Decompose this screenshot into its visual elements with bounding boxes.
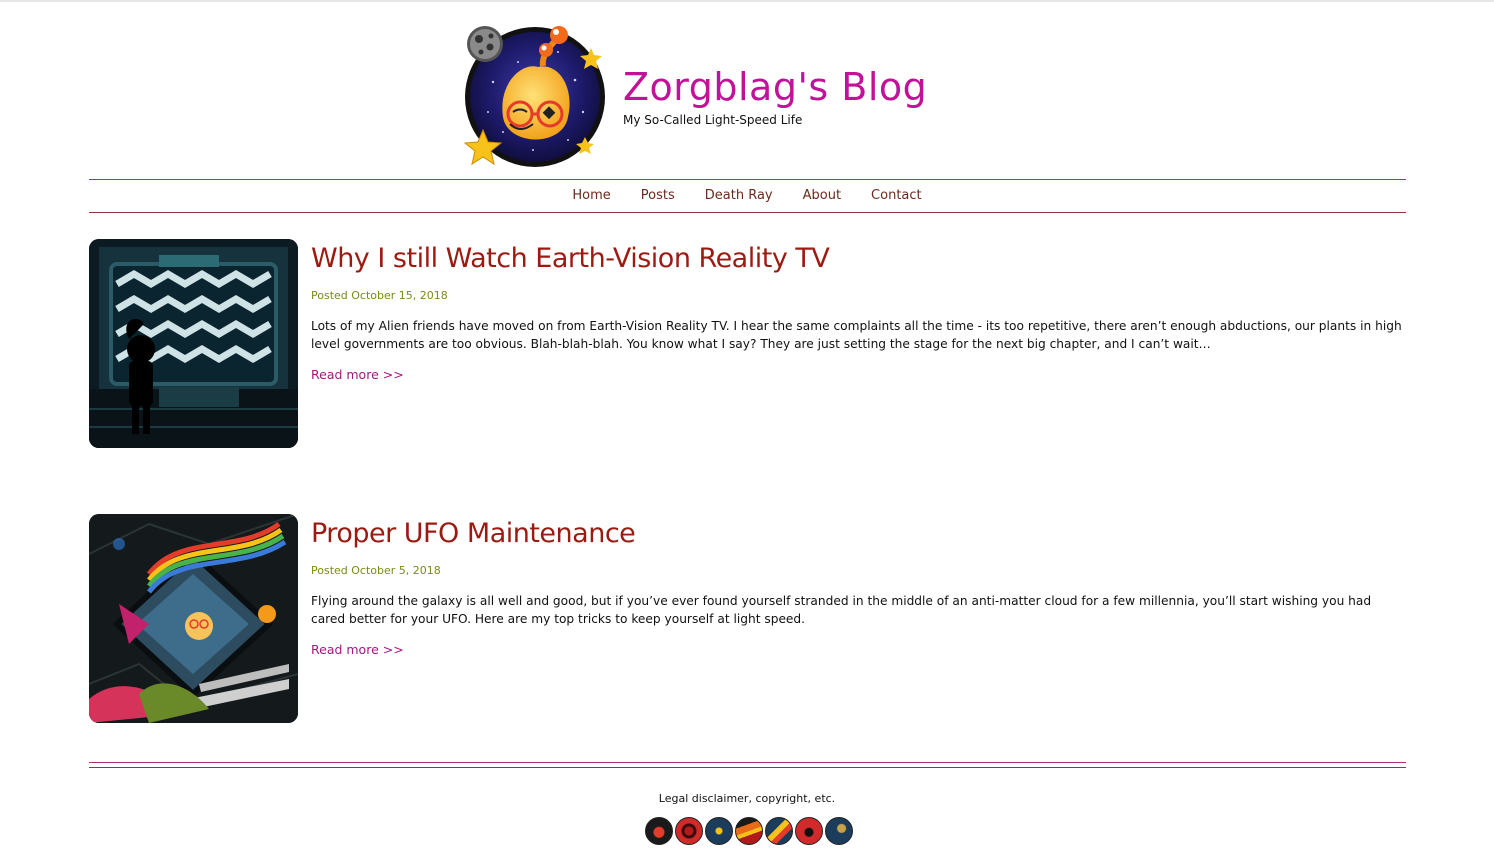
post-card: Proper UFO Maintenance Posted October 5,… (89, 514, 1406, 724)
nav-item-about[interactable]: About (788, 185, 856, 207)
post-title[interactable]: Proper UFO Maintenance (311, 516, 636, 552)
read-more-link[interactable]: Read more >> (311, 642, 404, 657)
post-date: Posted October 5, 2018 (311, 564, 441, 577)
post-excerpt: Lots of my Alien friends have moved on f… (311, 319, 1402, 351)
nav-divider-bottom (89, 212, 1406, 213)
ufo-maintenance-illustration-icon (89, 514, 298, 723)
nav-divider-top (89, 179, 1406, 180)
flame-icon[interactable] (735, 817, 763, 845)
top-border (0, 0, 1494, 2)
post-thumbnail[interactable] (89, 239, 298, 448)
post-thumbnail[interactable] (89, 514, 298, 723)
post-date: Posted October 15, 2018 (311, 289, 448, 302)
footer-divider-bottom (89, 767, 1406, 768)
post-title[interactable]: Why I still Watch Earth-Vision Reality T… (311, 241, 830, 277)
red-swirl-icon[interactable] (675, 817, 703, 845)
social-icons (645, 817, 853, 845)
alien-logo-icon (463, 26, 605, 167)
read-more-link[interactable]: Read more >> (311, 367, 404, 382)
meteor-icon[interactable] (825, 817, 853, 845)
site-logo[interactable] (463, 22, 611, 172)
main-nav: Home Posts Death Ray About Contact (0, 185, 1494, 207)
site-tagline: My So-Called Light-Speed Life (623, 113, 803, 127)
post-card: Why I still Watch Earth-Vision Reality T… (89, 239, 1406, 449)
site-title[interactable]: Zorgblag's Blog (623, 62, 927, 112)
red-eye-icon[interactable] (795, 817, 823, 845)
comet-icon[interactable] (765, 817, 793, 845)
nav-item-posts[interactable]: Posts (626, 185, 690, 207)
post-excerpt: Flying around the galaxy is all well and… (311, 594, 1372, 626)
nav-item-death-ray[interactable]: Death Ray (690, 185, 788, 207)
nav-item-home[interactable]: Home (557, 185, 625, 207)
footer-divider-top (89, 762, 1406, 763)
legal-disclaimer[interactable]: Legal disclaimer, copyright, etc. (0, 792, 1494, 805)
page: Zorgblag's Blog My So-Called Light-Speed… (0, 0, 1494, 865)
ufo-icon[interactable] (645, 817, 673, 845)
nav-item-contact[interactable]: Contact (856, 185, 937, 207)
tv-watching-illustration-icon (89, 239, 298, 448)
blue-diamond-icon[interactable] (705, 817, 733, 845)
